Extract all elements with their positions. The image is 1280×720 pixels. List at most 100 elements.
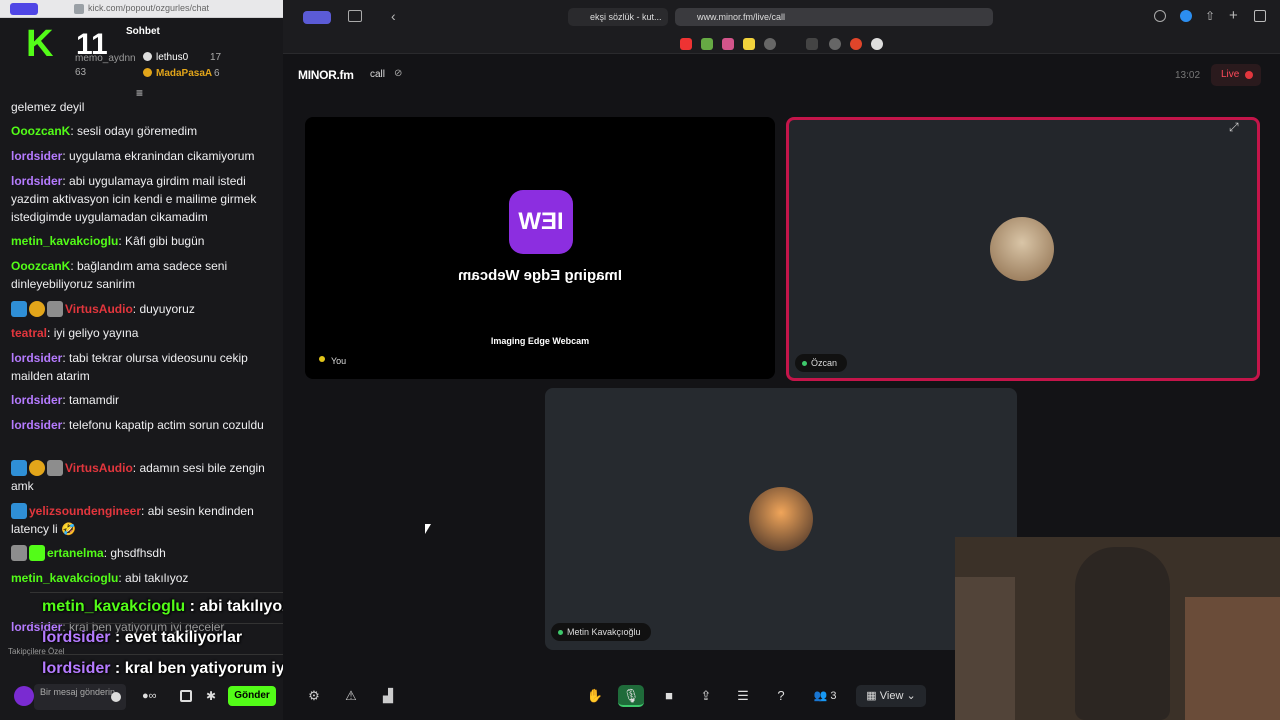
live-dot-icon [1245, 71, 1253, 79]
mirrored-caption: Imaging Edge Webcam [458, 267, 622, 284]
send-button[interactable]: Gönder [228, 686, 276, 706]
page-title: call [370, 69, 386, 80]
app-icon-text: IEW [518, 208, 564, 235]
tabs-overview-icon[interactable] [1254, 10, 1266, 22]
emoji-icon[interactable] [111, 692, 121, 702]
back-icon[interactable]: ‹ [391, 8, 396, 24]
chat-message: gelemez deyil [11, 98, 273, 116]
grid-icon: ▦ [866, 690, 877, 702]
bookmark-globe-icon[interactable] [764, 38, 776, 50]
participant-name: Özcan [811, 358, 838, 368]
background-wall [1185, 597, 1280, 720]
stats-icon[interactable]: ▟ [375, 685, 401, 707]
participant-tile[interactable]: Metin Kavakçıoğlu [545, 388, 1017, 650]
bookmark-eksi-icon[interactable] [701, 38, 713, 50]
tab-minor[interactable]: www.minor.fm/live/call [675, 8, 993, 26]
message-text: : abi takılıyoz [118, 571, 189, 585]
overlay-text: : abi takılıyoz [185, 598, 291, 615]
expand-icon[interactable]: ⤢ [1229, 120, 1239, 135]
message-user[interactable]: ertanelma [47, 546, 104, 560]
participant-tile-speaking[interactable]: Özcan ⤢ [786, 117, 1260, 381]
message-user[interactable]: lordsider [11, 393, 62, 407]
streamer-webcam [955, 537, 1280, 720]
message-user[interactable]: lordsider [11, 418, 62, 432]
help-icon[interactable]: ? [768, 685, 794, 707]
message-user[interactable]: teatral [11, 326, 47, 340]
share-icon[interactable]: ⇧ [1205, 9, 1215, 23]
message-text: : ghsdfhsdh [103, 546, 166, 560]
chat-message: VirtusAudio: duyuyoruz [11, 300, 273, 318]
chat-message: lordsider: tamamdir [11, 391, 273, 409]
raise-hand-icon[interactable]: ✋ [582, 685, 608, 707]
bookmarks-bar [283, 34, 1280, 54]
link-icon[interactable]: ⊘ [394, 68, 402, 79]
participant-name: Metin Kavakçıoğlu [567, 627, 641, 637]
shop-icon[interactable] [180, 690, 192, 702]
warning-icon[interactable]: ⚠ [338, 685, 364, 707]
chat-message: lordsider: abi uygulamaya girdim mail is… [11, 172, 273, 226]
bookmark-soccer-icon[interactable] [871, 38, 883, 50]
users-icon[interactable]: ●∞ [142, 690, 157, 702]
settings-icon[interactable]: ⚙ [301, 685, 327, 707]
message-user[interactable]: yelizsoundengineer [29, 504, 141, 518]
bookmark-reddit-icon[interactable] [850, 38, 862, 50]
message-user[interactable]: metin_kavakcioglu [11, 571, 118, 585]
tab-eksi[interactable]: ekşi sözlük - kut... [568, 8, 668, 26]
message-user[interactable]: metin_kavakcioglu [11, 234, 118, 248]
live-button[interactable]: Live [1211, 64, 1261, 86]
message-user[interactable]: OoozcanK [11, 124, 70, 138]
gear-icon[interactable]: ✱ [206, 689, 216, 703]
bookmark-globe-icon[interactable] [829, 38, 841, 50]
people-icon: 👥 [813, 690, 828, 702]
mic-button-icon[interactable]: 🎙 [618, 685, 644, 707]
chevron-down-icon: ⌄ [906, 690, 916, 702]
sidebar-icon[interactable] [348, 10, 362, 22]
new-tab-icon[interactable]: + [1229, 7, 1238, 24]
message-text: : tamamdir [62, 393, 120, 407]
bookmark-youtube-icon[interactable] [680, 38, 692, 50]
bookmark-f-icon[interactable] [806, 38, 818, 50]
gift-badge-icon [29, 545, 45, 561]
sidebar-toggle-icon[interactable] [10, 3, 38, 15]
pin-badge-icon [11, 460, 27, 476]
message-text: gelemez deyil [11, 100, 85, 114]
message-user[interactable]: lordsider [11, 174, 62, 188]
view-button[interactable]: ▦ View ⌄ [856, 685, 926, 707]
message-text: : Kâfi gibi bugün [118, 234, 205, 248]
message-user[interactable]: lordsider [11, 351, 62, 365]
message-user[interactable]: VirtusAudio [65, 461, 133, 475]
chat-message: lordsider: telefonu kapatip actim sorun … [11, 416, 273, 434]
message-user[interactable]: VirtusAudio [65, 302, 133, 316]
overlay-user: lordsider [42, 660, 111, 677]
participant-tile-you[interactable]: IEW Imaging Edge Webcam Imaging Edge Web… [305, 117, 775, 379]
chat-icon[interactable]: ☰ [730, 685, 756, 707]
download-icon[interactable] [1154, 10, 1166, 22]
mic-icon[interactable] [14, 686, 34, 706]
extension-icon[interactable] [1180, 10, 1192, 22]
tab-label: ekşi sözlük - kut... [590, 12, 662, 22]
favicon-icon [74, 4, 84, 14]
screen-share-icon[interactable]: ⇪ [693, 685, 719, 707]
participants-button[interactable]: 👥 3 [807, 685, 843, 707]
message-user[interactable]: OoozcanK [11, 259, 70, 273]
message-text: : iyi geliyo yayına [47, 326, 139, 340]
tab-group-icon[interactable] [303, 11, 331, 24]
chat-browser-topbar: kick.com/popout/ozgurles/chat [0, 0, 283, 18]
camera-icon[interactable]: ■ [656, 685, 682, 707]
badge-icon [143, 52, 152, 61]
bookmark-instagram-icon[interactable] [722, 38, 734, 50]
tab-label: www.minor.fm/live/call [697, 12, 786, 22]
gold-badge-icon [29, 460, 45, 476]
chat-message: ertanelma: ghsdfhsdh [11, 544, 273, 562]
pin-badge-icon [11, 503, 27, 519]
message-text: : telefonu kapatip actim sorun cozuldu [62, 418, 264, 432]
message-text: : duyuyoruz [132, 302, 195, 316]
live-label: Live [1221, 69, 1240, 80]
minor-logo[interactable]: MINOR.fm [298, 68, 354, 82]
message-user[interactable]: lordsider [11, 149, 62, 163]
avatar [990, 217, 1054, 281]
chat-url[interactable]: kick.com/popout/ozgurles/chat [88, 3, 209, 13]
overlay-message: lordsider : evet takiliyorlar [42, 629, 242, 647]
participant-name: You [331, 356, 347, 366]
bookmark-notes-icon[interactable] [743, 38, 755, 50]
